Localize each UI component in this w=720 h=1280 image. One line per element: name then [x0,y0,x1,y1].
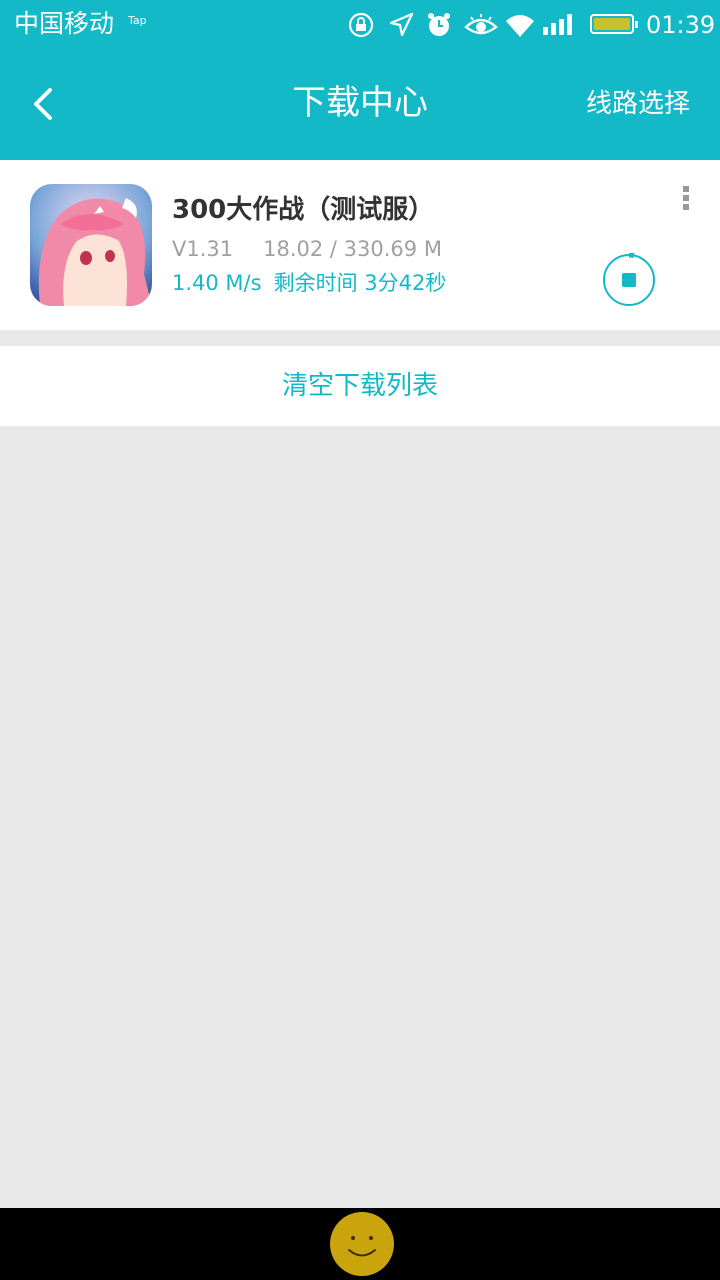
app-bar: 下载中心 线路选择 [0,50,720,160]
battery-icon [590,14,638,34]
status-time: 01:39 [646,11,716,39]
carrier-tag: Tap [128,14,147,27]
eye-icon [464,14,498,35]
download-size: 18.02 / 330.69 M [263,237,442,261]
clear-download-list-button[interactable]: 清空下载列表 [0,346,720,426]
smiley-home-button[interactable] [329,1211,395,1277]
download-progress-info: 1.40 M/s 剩余时间 3分42秒 [172,268,446,298]
wifi-icon [506,15,534,37]
rotation-lock-icon [348,12,374,38]
navigation-bar [0,1208,720,1280]
route-select-button[interactable]: 线路选择 [586,86,690,122]
download-speed: 1.40 M/s [172,271,262,295]
app-name: 300大作战（测试服） [172,195,435,225]
app-meta: V1.31 18.02 / 330.69 M [172,234,442,264]
download-item[interactable]: 300大作战（测试服） V1.31 18.02 / 330.69 M 1.40 M… [0,160,720,330]
alarm-icon [428,13,450,36]
remaining-time: 剩余时间 3分42秒 [273,271,447,295]
app-icon [30,184,152,306]
more-options-button[interactable] [676,186,696,216]
stop-download-button[interactable] [602,253,656,307]
carrier-name: 中国移动 [14,9,115,38]
status-bar: 中国移动 Tap 01:39 [0,0,720,50]
location-icon [389,12,414,37]
signal-icon [543,14,572,35]
app-version: V1.31 [172,237,234,261]
